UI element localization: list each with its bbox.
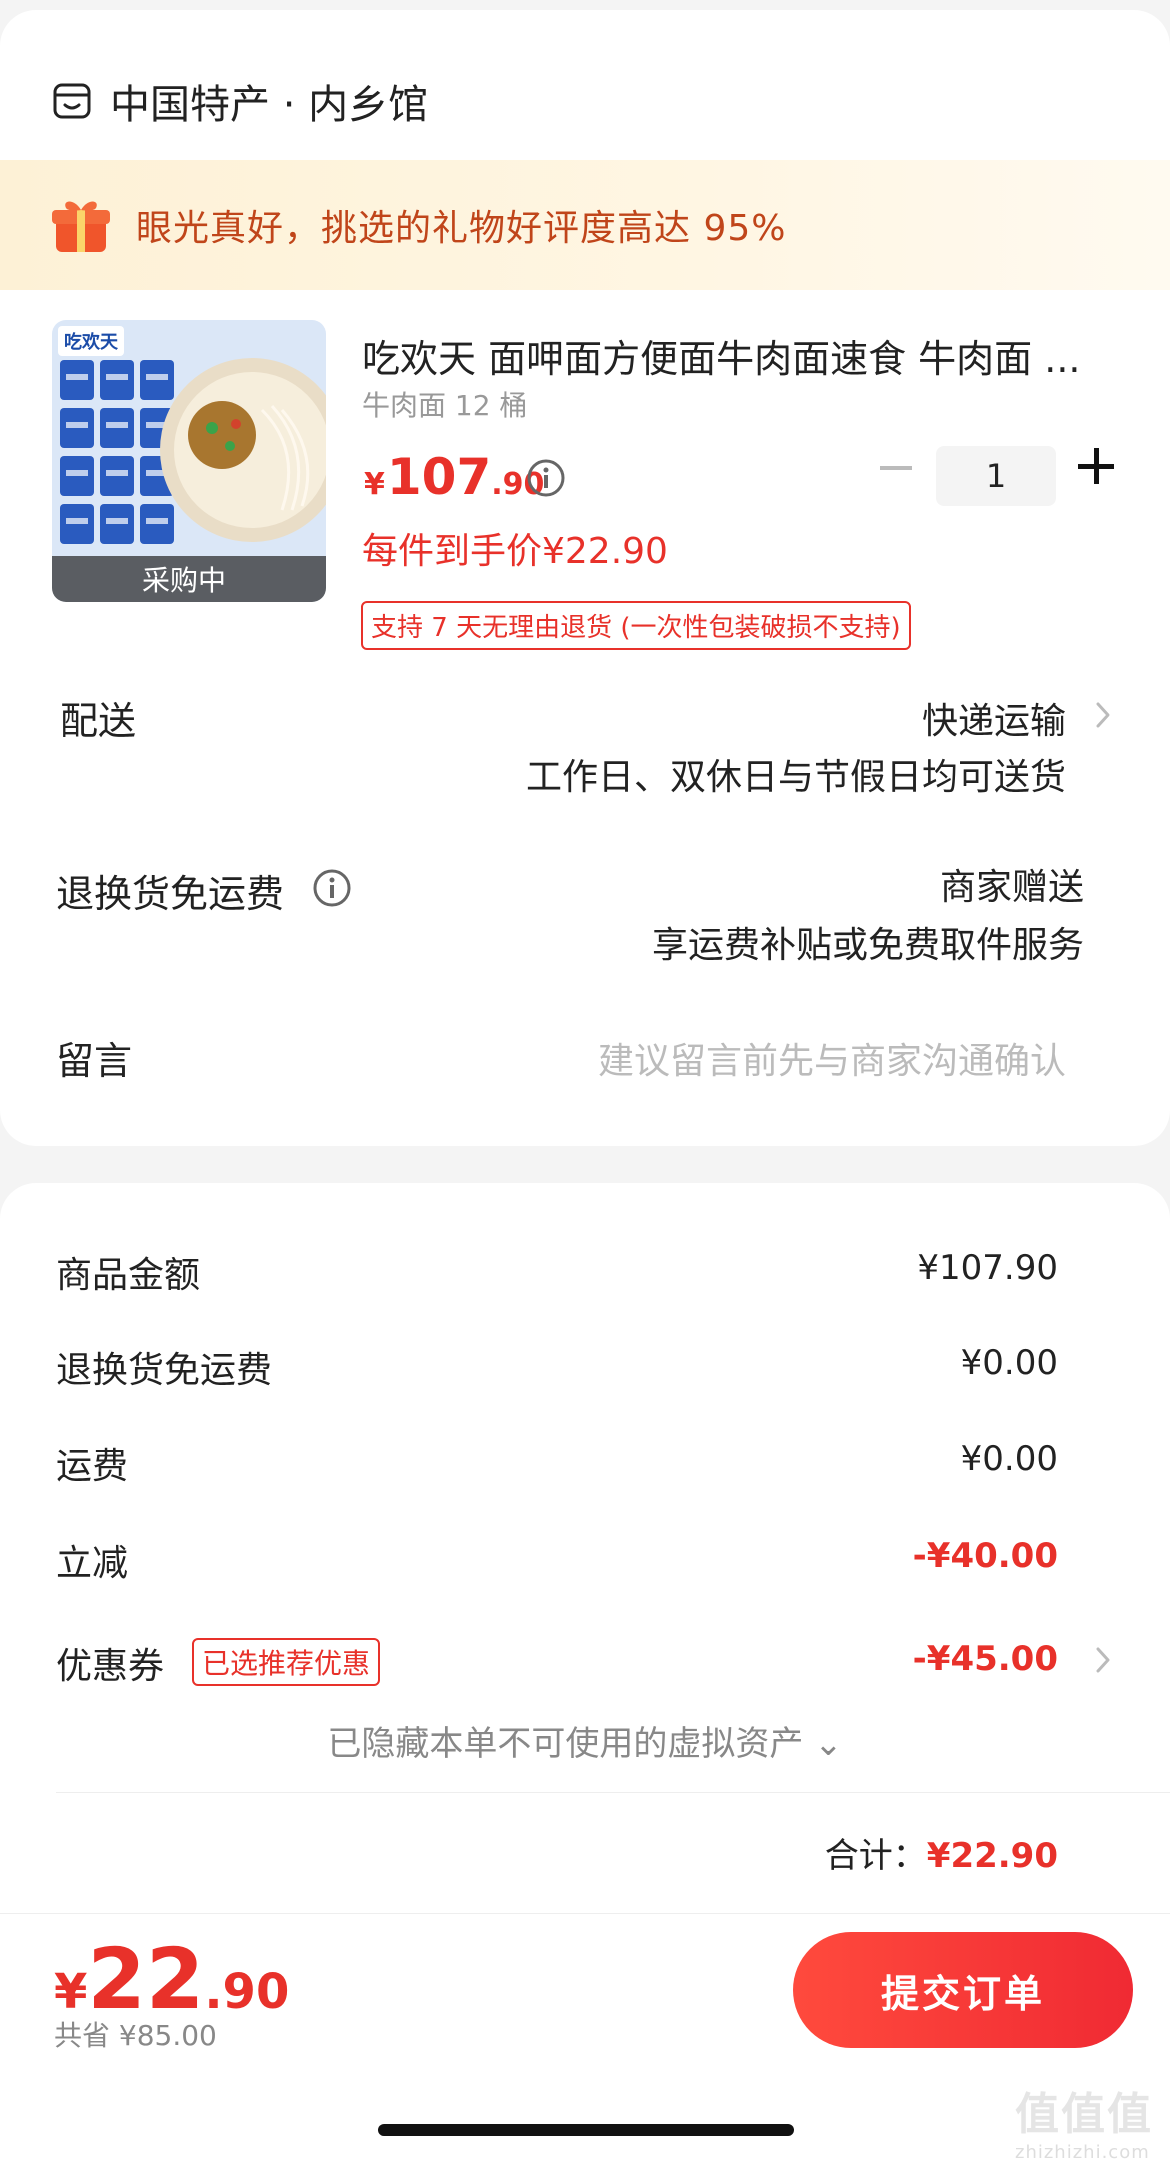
final-price-decimal: .90	[204, 1964, 290, 2020]
product-brand-tag: 吃欢天	[58, 326, 124, 356]
gift-banner-text: 眼光真好，挑选的礼物好评度高达 95%	[136, 208, 787, 249]
product-spec[interactable]: 牛肉面 12 桶	[362, 384, 527, 424]
summary-label-goods-amount: 商品金额	[56, 1255, 201, 1296]
price-currency: ¥	[364, 467, 385, 502]
product-title[interactable]: 吃欢天 面呷面方便面牛肉面速食 牛肉面 ...	[362, 328, 1102, 383]
summary-label-shipping: 运费	[56, 1446, 129, 1487]
quantity-increase-button[interactable]	[1078, 448, 1114, 484]
quantity-input[interactable]: 1	[936, 446, 1056, 506]
noodle-bowl-image	[160, 358, 326, 542]
order-total: 合计：¥22.90	[825, 1828, 1058, 1877]
product-price: ¥ 107 .90	[364, 448, 544, 506]
return-policy-tag: 支持 7 天无理由退货 (一次性包装破损不支持)	[361, 601, 911, 650]
submit-order-button[interactable]: 提交订单	[793, 1932, 1133, 2048]
buying-status-label: 采购中	[142, 564, 227, 597]
delivery-label: 配送	[60, 699, 137, 743]
total-saved-text: 共省 ¥85.00	[54, 2019, 217, 2052]
shop-icon	[53, 83, 91, 119]
return-shipping-note: 享运费补贴或免费取件服务	[651, 925, 1084, 966]
summary-label-coupon: 优惠券	[56, 1646, 165, 1687]
each-price-text: 每件到手价¥22.90	[362, 531, 668, 572]
total-value: ¥22.90	[926, 1836, 1058, 1876]
watermark: 值值值 zhizhizhi.com	[1015, 2078, 1165, 2163]
message-input[interactable]: 建议留言前先与商家沟通确认	[598, 1032, 1066, 1084]
summary-value-return-shipping: ¥0.00	[960, 1343, 1058, 1383]
delivery-note: 工作日、双休日与节假日均可送货	[525, 757, 1066, 798]
home-indicator[interactable]	[378, 2124, 794, 2136]
total-label: 合计：	[824, 1836, 927, 1876]
final-price: ¥ 22 .90	[54, 1934, 289, 2024]
return-shipping-info-icon[interactable]	[312, 868, 352, 908]
gift-icon	[52, 201, 110, 252]
summary-label-return-shipping: 退换货免运费	[56, 1350, 273, 1391]
return-shipping-label: 退换货免运费	[56, 872, 285, 916]
price-info-icon[interactable]	[526, 458, 566, 498]
shop-header[interactable]: 中国特产 · 内乡馆	[52, 72, 428, 130]
summary-label-discount: 立减	[56, 1543, 129, 1584]
return-shipping-value: 商家赠送	[939, 867, 1084, 908]
price-integer: 107	[386, 448, 492, 506]
buying-status-bar: 采购中	[52, 556, 326, 602]
coupon-chevron-right-icon[interactable]	[1094, 1645, 1112, 1675]
quantity-decrease-button[interactable]	[880, 466, 912, 470]
final-price-currency: ¥	[54, 1964, 88, 2020]
summary-value-shipping: ¥0.00	[960, 1439, 1058, 1479]
gift-banner: 眼光真好，挑选的礼物好评度高达 95%	[0, 160, 1170, 290]
watermark-logo: 值值值	[1015, 2089, 1153, 2140]
product-image[interactable]: 吃欢天 采购中	[52, 320, 326, 602]
summary-value-discount: -¥40.00	[912, 1536, 1058, 1576]
coupon-recommended-tag[interactable]: 已选推荐优惠	[192, 1638, 381, 1686]
final-price-integer: 22	[87, 1930, 205, 2028]
summary-value-goods-amount: ¥107.90	[917, 1248, 1058, 1288]
hidden-assets-toggle[interactable]: 已隐藏本单不可使用的虚拟资产 ⌄	[0, 1716, 1170, 1765]
delivery-chevron-right-icon[interactable]	[1094, 700, 1112, 730]
shop-name: 中国特产 · 内乡馆	[110, 82, 429, 128]
delivery-method[interactable]: 快递运输	[922, 692, 1066, 744]
summary-divider	[56, 1792, 1170, 1793]
message-label: 留言	[56, 1039, 133, 1083]
watermark-url: zhizhizhi.com	[1015, 2142, 1150, 2163]
price-summary-card: 商品金额 ¥107.90 退换货免运费 ¥0.00 运费 ¥0.00 立减 -¥…	[0, 1183, 1170, 1913]
order-item-card: 中国特产 · 内乡馆 眼光真好，挑选的礼物好评度高达 95% 吃欢天 采购中 吃…	[0, 10, 1170, 1146]
summary-value-coupon[interactable]: -¥45.00	[913, 1639, 1058, 1679]
